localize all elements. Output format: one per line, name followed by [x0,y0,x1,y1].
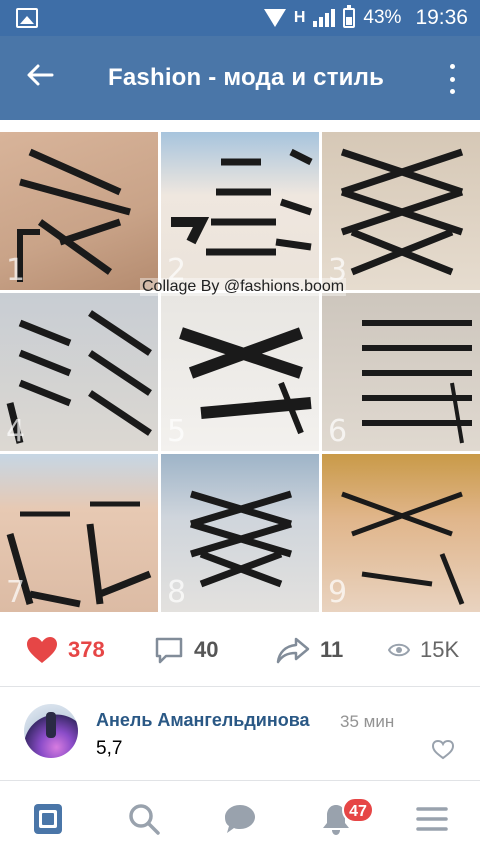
tile-number: 9 [328,575,348,610]
divider [0,686,480,687]
tile-number: 8 [167,575,187,610]
nav-menu[interactable] [412,799,452,839]
search-icon [129,804,160,835]
tile-number: 5 [167,414,187,449]
post-actions: 378 40 11 15K [0,620,480,680]
battery-percent: 43% [363,7,402,28]
nav-messages[interactable] [220,799,260,839]
signal-icon [313,9,336,27]
eye-icon [388,643,410,657]
share-button[interactable]: 11 [276,620,343,680]
collage-watermark: Collage By @fashions.boom [140,278,347,296]
comment-text: 5,7 [96,738,123,759]
view-count: 15K [420,637,460,662]
comment-like-heart-icon[interactable] [432,740,454,760]
messages-icon [225,805,255,833]
gallery-icon [16,8,38,28]
comment-item[interactable]: Анель Амангельдинова 35 мин 5,7 [0,690,480,776]
like-button[interactable]: 378 [26,620,105,680]
back-button[interactable] [20,62,60,94]
tile-number: 1 [6,253,26,288]
comment-button[interactable]: 40 [154,620,218,680]
tile-number: 7 [6,575,26,610]
app-bar: Fashion - мода и стиль [0,36,480,120]
post-image-collage[interactable]: 1 2 3 4 5 6 7 8 9 Collage By @fashions.b… [0,132,480,612]
tile-number: 4 [6,414,26,449]
network-type: H [293,9,306,26]
collage-tile: 1 [0,132,158,290]
collage-tile: 7 [0,454,158,612]
menu-icon [416,807,448,831]
collage-tile: 5 [161,293,319,451]
tile-number: 6 [328,414,348,449]
avatar[interactable] [24,704,78,758]
collage-tile: 9 [322,454,480,612]
clock: 19:36 [415,6,468,29]
back-arrow-icon [27,64,54,86]
collage-tile: 2 [161,132,319,290]
collage-tile: 8 [161,454,319,612]
heart-icon [27,637,57,663]
views-counter: 15K [388,620,459,680]
more-options-button[interactable] [444,64,460,94]
collage-tile: 6 [322,293,480,451]
share-count: 11 [320,637,344,662]
wifi-icon [263,9,286,27]
nav-newsfeed[interactable] [28,799,68,839]
more-vertical-icon [449,64,455,69]
status-indicators: H 43% 19:36 [263,0,468,36]
page-title: Fashion - мода и стиль [108,64,385,91]
collage-tile: 3 [322,132,480,290]
battery-icon [343,5,356,28]
like-count: 378 [68,637,105,662]
newsfeed-icon [34,804,62,834]
share-icon [276,637,310,664]
bottom-navigation: 47 [0,780,480,854]
notifications-badge: 47 [342,797,374,823]
nav-search[interactable] [124,799,164,839]
status-bar: H 43% 19:36 [0,0,480,36]
comment-author[interactable]: Анель Амангельдинова [96,710,310,731]
comment-icon [155,637,183,664]
comment-time: 35 мин [340,712,395,731]
comment-count: 40 [194,637,219,662]
collage-tile: 4 [0,293,158,451]
